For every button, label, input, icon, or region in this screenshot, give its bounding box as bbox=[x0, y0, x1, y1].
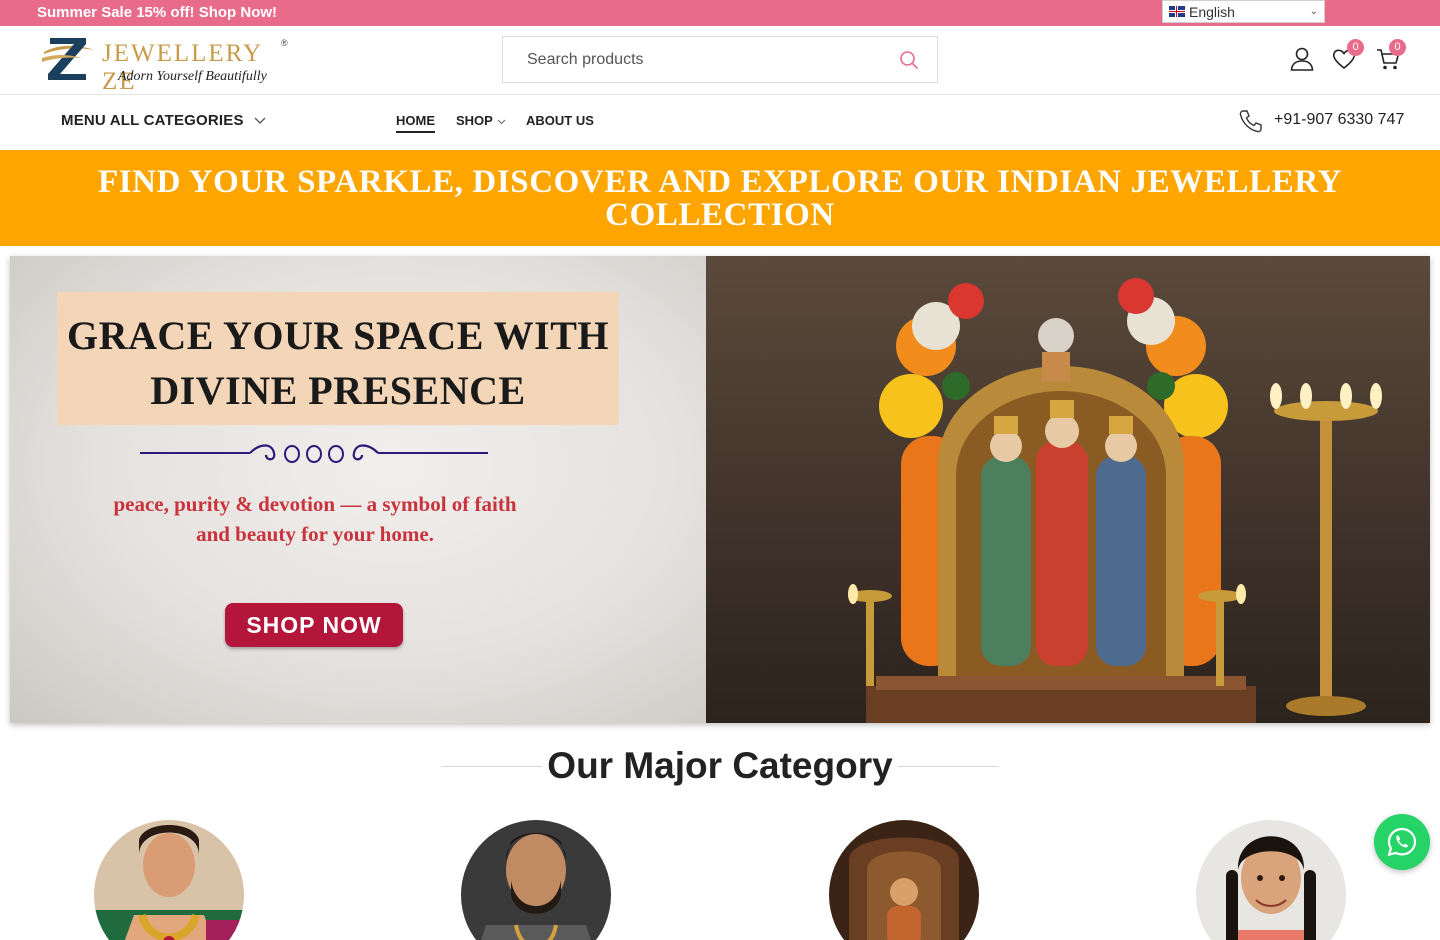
hero-subtitle-line-1: peace, purity & devotion — a symbol of f… bbox=[113, 492, 517, 516]
chevron-down-icon bbox=[497, 119, 506, 125]
woman-necklace-image bbox=[94, 820, 244, 940]
idol-image bbox=[829, 820, 979, 940]
site-header: JEWELLERY ZE ® Adorn Yourself Beautifull… bbox=[0, 26, 1440, 95]
banner-heading: FIND YOUR SPARKLE, DISCOVER AND EXPLORE … bbox=[97, 164, 1343, 233]
ornament-divider-icon bbox=[140, 444, 488, 463]
menu-all-categories[interactable]: MENU ALL CATEGORIES bbox=[61, 112, 266, 129]
idol-shrine-illustration bbox=[848, 278, 1382, 723]
girl-image bbox=[1196, 820, 1346, 940]
chevron-down-icon: ⌄ bbox=[1309, 6, 1318, 17]
category-heading-wrap: Our Major Category bbox=[441, 745, 999, 789]
hero-subtitle-line-2: and beauty for your home. bbox=[196, 522, 434, 546]
hero-idol-image bbox=[706, 256, 1430, 723]
nav-about[interactable]: ABOUT US bbox=[526, 113, 594, 128]
cart-count-badge: 0 bbox=[1389, 39, 1406, 56]
hero-text-panel: GRACE YOUR SPACE WITH DIVINE PRESENCE pe… bbox=[10, 256, 706, 723]
promo-link[interactable]: Summer Sale 15% off! Shop Now! bbox=[37, 4, 277, 21]
nav-shop-label: SHOP bbox=[456, 113, 493, 128]
hero-title-box: GRACE YOUR SPACE WITH DIVINE PRESENCE bbox=[57, 292, 619, 425]
phone-icon bbox=[1239, 110, 1262, 133]
language-label: English bbox=[1189, 3, 1235, 20]
brand-registered: ® bbox=[281, 38, 288, 48]
man-chain-image bbox=[461, 820, 611, 940]
hero-subtitle: peace, purity & devotion — a symbol of f… bbox=[50, 489, 580, 549]
hero-slider[interactable]: GRACE YOUR SPACE WITH DIVINE PRESENCE pe… bbox=[10, 256, 1430, 723]
category-men[interactable] bbox=[461, 820, 611, 940]
search-input[interactable] bbox=[503, 37, 883, 82]
nav-shop[interactable]: SHOP bbox=[456, 113, 506, 128]
whatsapp-icon bbox=[1387, 827, 1417, 857]
search-icon[interactable] bbox=[899, 50, 919, 70]
category-women[interactable] bbox=[94, 820, 244, 940]
uk-flag-icon bbox=[1169, 6, 1185, 17]
promo-bar: Summer Sale 15% off! Shop Now! English ⌄ bbox=[0, 0, 1440, 26]
nav-home[interactable]: HOME bbox=[396, 113, 435, 133]
chevron-down-icon bbox=[254, 117, 266, 124]
account-icon[interactable] bbox=[1289, 46, 1315, 72]
wishlist-count-badge: 0 bbox=[1347, 39, 1364, 56]
brand-name: JEWELLERY ZE bbox=[102, 40, 263, 95]
hero-title-line-1: GRACE YOUR SPACE WITH bbox=[66, 313, 610, 358]
shop-now-button[interactable]: SHOP NOW bbox=[225, 603, 403, 647]
search-box bbox=[502, 36, 938, 83]
announcement-banner: FIND YOUR SPARKLE, DISCOVER AND EXPLORE … bbox=[0, 150, 1440, 246]
menu-all-label: MENU ALL CATEGORIES bbox=[61, 112, 244, 129]
brand-tagline: Adorn Yourself Beautifully bbox=[118, 69, 267, 84]
section-title: Our Major Category bbox=[547, 745, 893, 786]
brand-logo[interactable]: JEWELLERY ZE ® Adorn Yourself Beautifull… bbox=[38, 32, 298, 95]
language-select[interactable]: English ⌄ bbox=[1162, 0, 1325, 23]
category-kids[interactable] bbox=[1196, 820, 1346, 940]
hero-title-line-2: DIVINE PRESENCE bbox=[150, 368, 526, 413]
category-idols[interactable] bbox=[829, 820, 979, 940]
main-nav: MENU ALL CATEGORIES HOME SHOP ABOUT US +… bbox=[0, 95, 1440, 150]
hero-title: GRACE YOUR SPACE WITH DIVINE PRESENCE bbox=[57, 308, 619, 418]
logo-z-icon bbox=[42, 38, 94, 80]
whatsapp-chat-button[interactable] bbox=[1374, 814, 1430, 870]
phone-number[interactable]: +91-907 6330 747 bbox=[1274, 111, 1404, 129]
